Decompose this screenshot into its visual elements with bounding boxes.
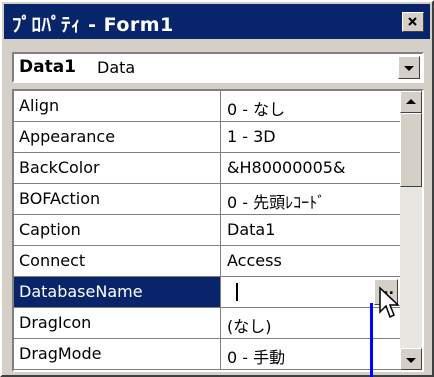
chevron-down-icon (404, 66, 414, 71)
property-row[interactable]: BOFAction 0 - 先頭ﾚｺｰﾄﾞ (14, 184, 400, 215)
object-name: Data1 (19, 57, 77, 77)
close-button[interactable] (402, 12, 424, 32)
title-bar[interactable]: ﾌﾟﾛﾊﾟﾃｨ - Form1 (4, 4, 430, 39)
scroll-down-button[interactable] (400, 348, 422, 370)
property-row[interactable]: Connect Access (14, 246, 400, 277)
property-row[interactable]: Caption Data1 (14, 215, 400, 246)
property-row[interactable]: BackColor &H80000005& (14, 153, 400, 184)
property-name: DatabaseName (14, 277, 221, 307)
drag-indicator-line (370, 303, 373, 377)
text-caret (236, 283, 238, 301)
property-name: BackColor (14, 153, 221, 183)
object-selector[interactable]: Data1 Data (12, 52, 424, 83)
property-value[interactable]: 1 - 3D (222, 122, 400, 152)
arrow-down-icon (406, 358, 416, 363)
property-row-selected[interactable]: DatabaseName ... (14, 277, 400, 308)
object-type: Data (97, 58, 136, 77)
property-value[interactable]: 0 - 先頭ﾚｺｰﾄﾞ (222, 184, 400, 214)
property-row[interactable]: DragIcon (なし) (14, 308, 400, 339)
property-row[interactable]: DragMode 0 - 手動 (14, 339, 400, 370)
close-icon (408, 17, 417, 26)
property-value[interactable]: 0 - なし (222, 91, 400, 121)
properties-window: ﾌﾟﾛﾊﾟﾃｨ - Form1 Data1 Data Align 0 - なし … (0, 0, 434, 377)
property-value[interactable]: Data1 (222, 215, 400, 245)
property-name: Connect (14, 246, 221, 276)
property-value[interactable]: Access (222, 246, 400, 276)
property-row[interactable]: Align 0 - なし (14, 91, 400, 122)
mouse-pointer-icon (379, 286, 400, 319)
property-name: Caption (14, 215, 221, 245)
property-name: DragMode (14, 339, 221, 369)
property-value[interactable]: 0 - 手動 (222, 339, 400, 369)
property-value[interactable]: &H80000005& (222, 153, 400, 183)
vertical-scrollbar[interactable] (400, 91, 422, 370)
scroll-thumb[interactable] (400, 113, 422, 187)
property-name: DragIcon (14, 308, 221, 338)
property-name: Appearance (14, 122, 221, 152)
object-dropdown-button[interactable] (398, 56, 420, 79)
property-name: Align (14, 91, 221, 121)
property-name: BOFAction (14, 184, 221, 214)
scroll-up-button[interactable] (400, 91, 422, 113)
property-value-input[interactable]: ... (222, 277, 400, 307)
window-title: ﾌﾟﾛﾊﾟﾃｨ - Form1 (12, 14, 174, 36)
property-row[interactable]: Appearance 1 - 3D (14, 122, 400, 153)
property-grid: Align 0 - なし Appearance 1 - 3D BackColor… (12, 89, 424, 372)
property-value[interactable]: (なし) (222, 308, 400, 338)
arrow-up-icon (406, 99, 416, 104)
